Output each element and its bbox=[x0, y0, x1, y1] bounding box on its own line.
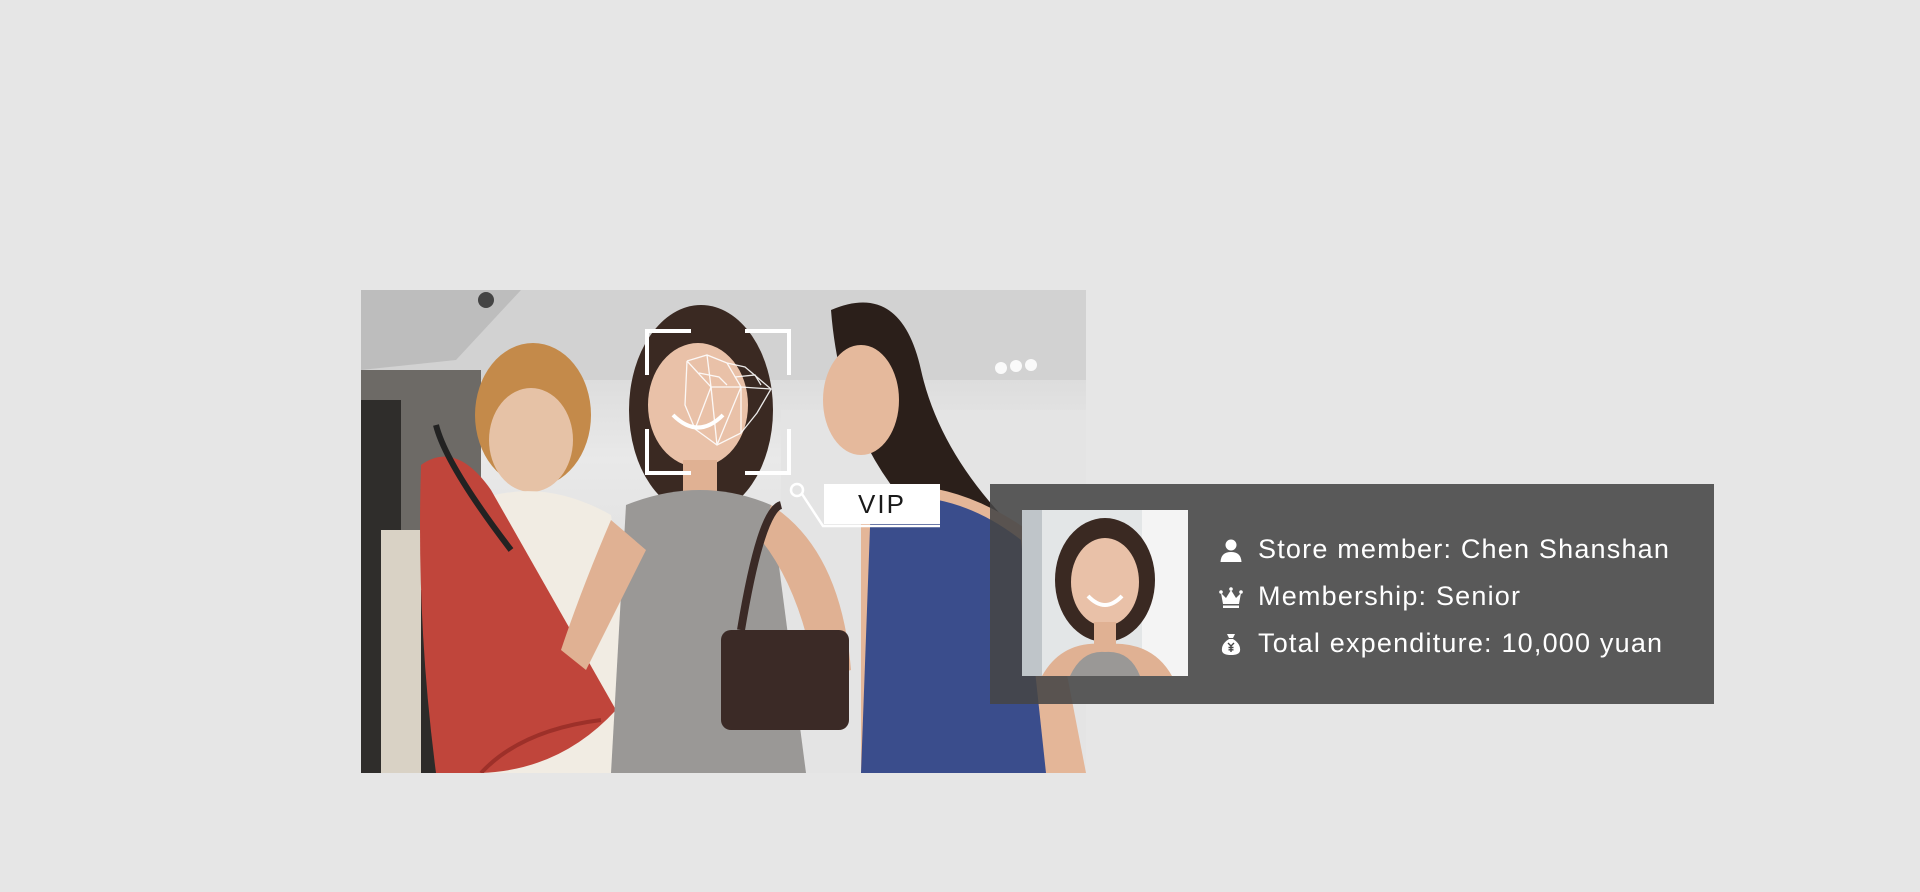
expenditure-text: Total expenditure: 10,000 yuan bbox=[1258, 628, 1664, 658]
expenditure-row: Total expenditure: 10,000 yuan bbox=[1218, 620, 1670, 667]
member-portrait-illustration bbox=[1022, 510, 1188, 676]
face-detection-frame bbox=[645, 329, 791, 475]
membership-text: Membership: Senior bbox=[1258, 581, 1522, 611]
vip-tag: VIP bbox=[824, 484, 940, 524]
membership-row: Membership: Senior bbox=[1218, 573, 1670, 620]
member-name-text: Store member: Chen Shanshan bbox=[1258, 534, 1671, 564]
money-bag-icon bbox=[1218, 631, 1244, 657]
member-name-row: Store member: Chen Shanshan bbox=[1218, 526, 1670, 573]
member-portrait bbox=[1022, 510, 1188, 676]
member-info-panel: Store member: Chen Shanshan Membership: … bbox=[990, 484, 1714, 704]
canvas: VIP Store member: Chen Shanshan Membersh… bbox=[0, 0, 1920, 892]
crown-icon bbox=[1218, 584, 1244, 610]
member-details: Store member: Chen Shanshan Membership: … bbox=[1218, 526, 1670, 667]
person-icon bbox=[1218, 537, 1244, 563]
